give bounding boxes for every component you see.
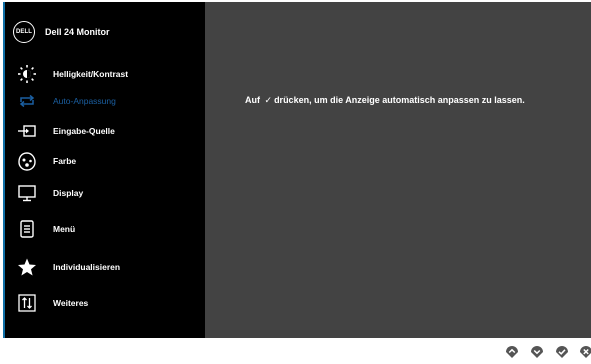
menu-item-input-source[interactable]: Eingabe-Quelle xyxy=(17,120,197,142)
checkmark-symbol: ✓ xyxy=(264,95,273,105)
monitor-osd-window: DELL Dell 24 Monitor Helligkeit/Kontrast xyxy=(3,2,591,338)
brightness-icon xyxy=(17,64,37,84)
nav-confirm-button[interactable] xyxy=(555,345,569,359)
nav-down-button[interactable] xyxy=(530,345,544,359)
menu-item-others[interactable]: Weiteres xyxy=(17,292,197,314)
dell-logo: DELL xyxy=(13,21,35,43)
menu-item-label: Individualisieren xyxy=(53,262,121,272)
menu-item-personalize[interactable]: Individualisieren xyxy=(17,256,197,278)
osd-header: DELL Dell 24 Monitor xyxy=(13,21,110,43)
menu-item-label: Farbe xyxy=(53,156,77,166)
instruction-text-start: Auf xyxy=(245,95,260,105)
other-settings-icon xyxy=(17,293,37,313)
close-icon xyxy=(579,346,591,363)
auto-adjust-instruction: Auf ✓ drücken, um die Anzeige automatisch… xyxy=(245,95,525,106)
osd-main-menu: DELL Dell 24 Monitor Helligkeit/Kontrast xyxy=(5,2,205,338)
menu-document-icon xyxy=(17,219,37,239)
menu-item-color[interactable]: Farbe xyxy=(17,150,197,172)
menu-item-display[interactable]: Display xyxy=(17,182,197,204)
menu-item-brightness-contrast[interactable]: Helligkeit/Kontrast xyxy=(17,63,197,85)
menu-item-label: Eingabe-Quelle xyxy=(53,126,115,136)
down-arrow-icon xyxy=(530,346,544,363)
menu-item-auto-adjust[interactable]: Auto-Anpassung xyxy=(17,90,197,112)
menu-item-label: Display xyxy=(53,188,84,198)
checkmark-icon xyxy=(555,346,569,363)
monitor-title: Dell 24 Monitor xyxy=(45,27,110,37)
star-icon xyxy=(17,257,37,277)
osd-content-panel: Auf ✓ drücken, um die Anzeige automatisch… xyxy=(205,2,591,338)
input-source-icon xyxy=(17,121,37,141)
menu-item-label: Auto-Anpassung xyxy=(53,96,116,106)
instruction-text-end: drücken, um die Anzeige automatisch anpa… xyxy=(274,95,525,105)
up-arrow-icon xyxy=(505,346,519,363)
menu-item-menu[interactable]: Menü xyxy=(17,218,197,240)
color-palette-icon xyxy=(17,151,37,171)
nav-close-button[interactable] xyxy=(579,345,591,359)
menu-item-label: Menü xyxy=(53,224,76,234)
menu-item-label: Helligkeit/Kontrast xyxy=(53,69,129,79)
display-monitor-icon xyxy=(17,183,37,203)
menu-item-label: Weiteres xyxy=(53,298,89,308)
auto-adjust-icon xyxy=(17,91,37,111)
nav-up-button[interactable] xyxy=(505,345,519,359)
